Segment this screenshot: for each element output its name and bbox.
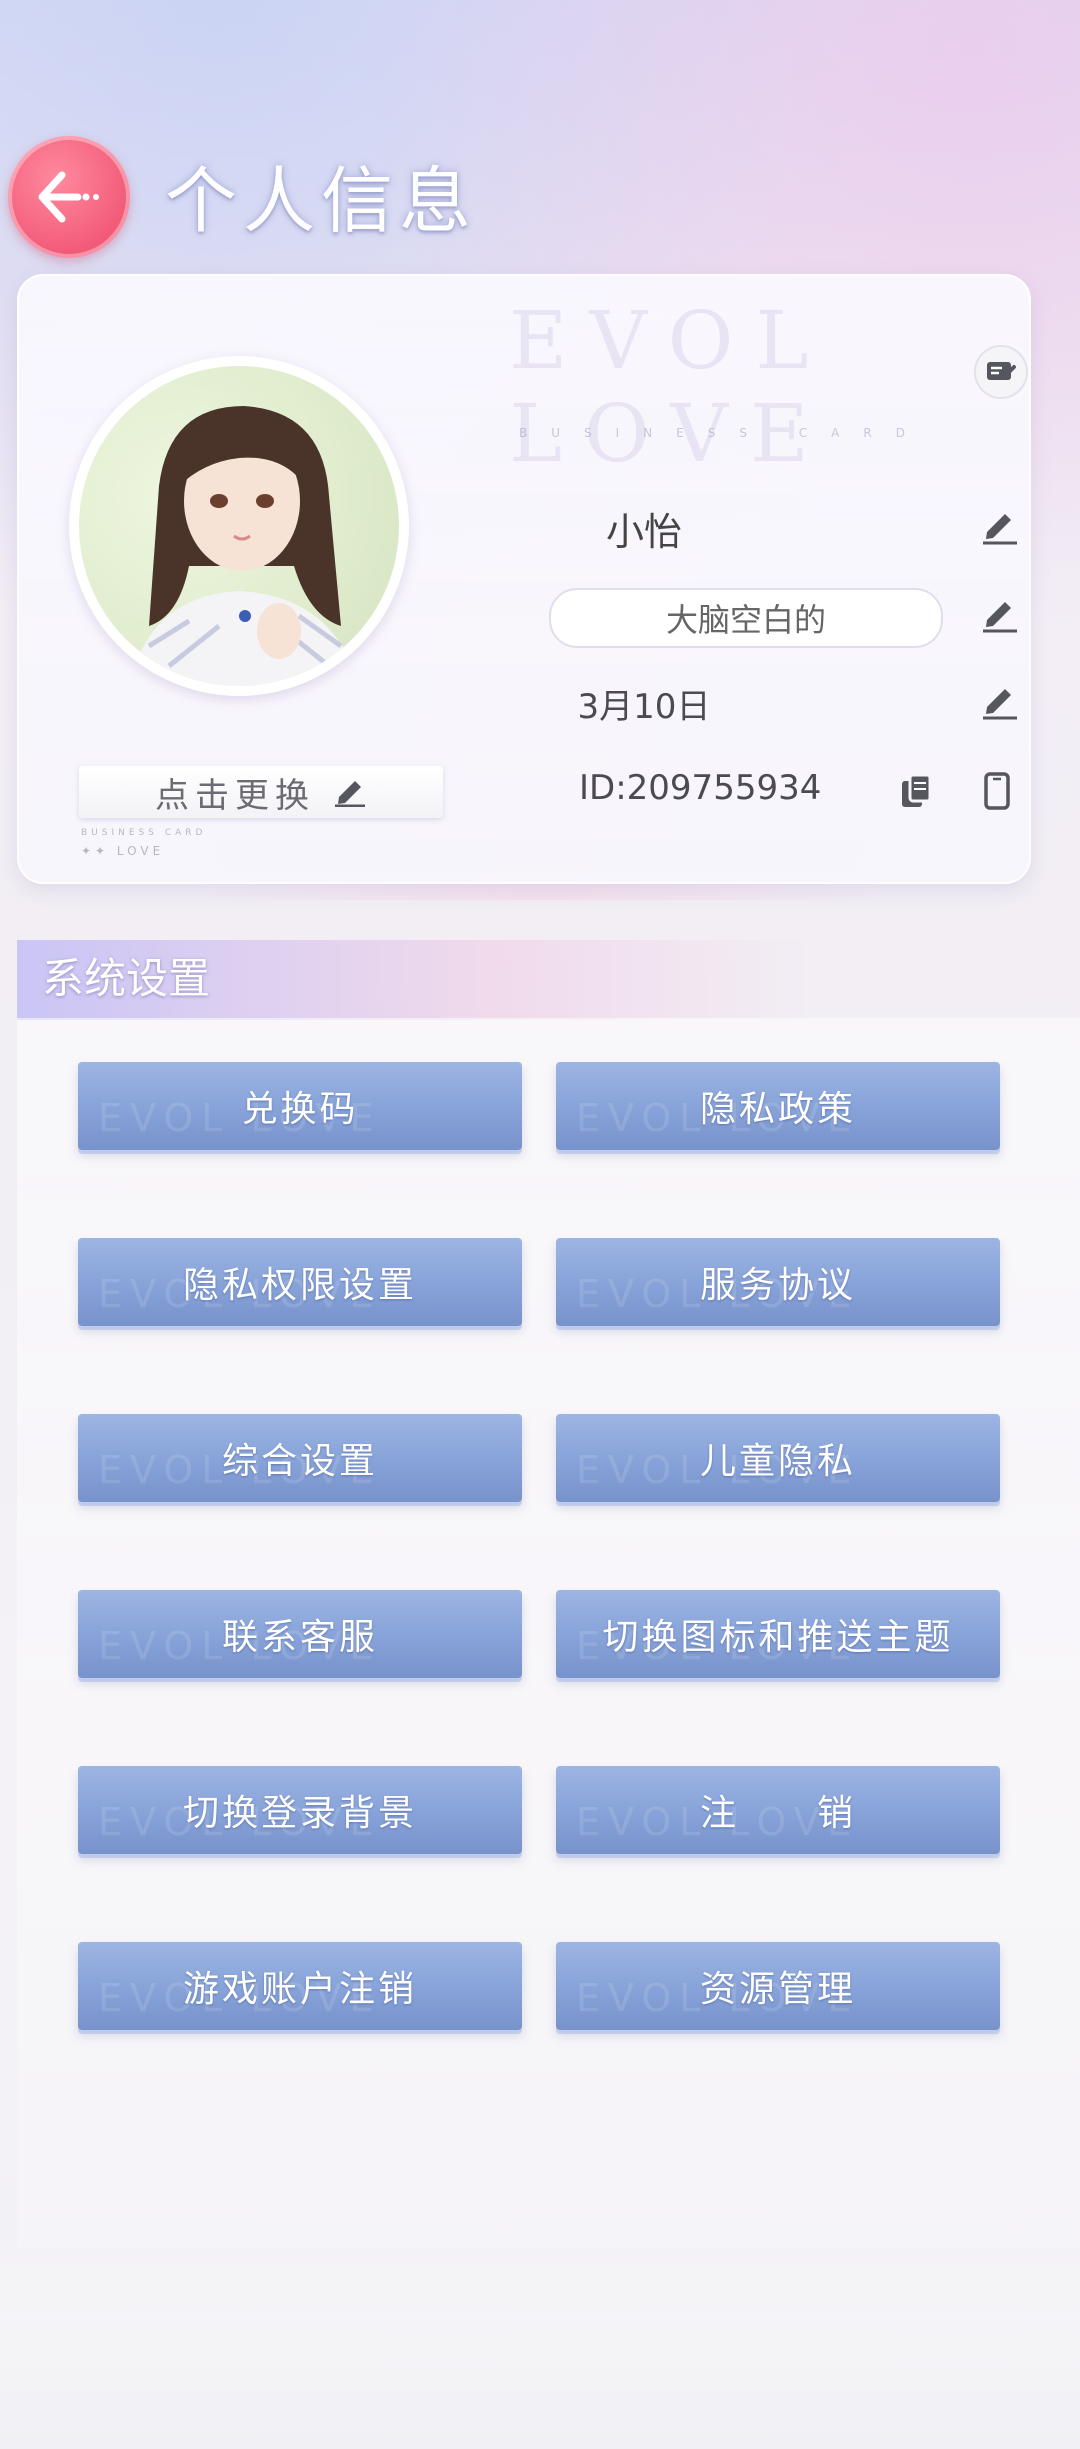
back-button[interactable] — [8, 136, 130, 258]
edit-birthday-pencil-icon[interactable] — [979, 681, 1019, 721]
logout-button[interactable]: 注 销 — [556, 1766, 1000, 1854]
privacy-policy-label: 隐私政策 — [699, 1089, 856, 1130]
privacy-permission-button[interactable]: 隐私权限设置 — [78, 1238, 522, 1326]
pencil-icon — [335, 781, 365, 807]
nickname: 小怡 — [605, 510, 682, 554]
service-agreement-button[interactable]: 服务协议 — [556, 1238, 1000, 1326]
switch-icon-theme-label: 切换图标和推送主题 — [602, 1617, 954, 1658]
back-arrow-icon — [38, 171, 99, 223]
business-card-mini-text: BUSINESS CARD — [81, 828, 207, 838]
resource-management-button[interactable]: 资源管理 — [556, 1942, 1000, 2030]
avatar[interactable] — [79, 366, 399, 686]
card-watermark: EVOL LOVE — [509, 294, 831, 480]
bottom-fog — [0, 2230, 1080, 2449]
service-agreement-label: 服务协议 — [699, 1265, 856, 1306]
edit-signature-pencil-icon[interactable] — [979, 594, 1019, 634]
general-settings-label: 综合设置 — [221, 1441, 378, 1482]
copy-icon[interactable] — [896, 771, 936, 811]
privacy-permission-label: 隐私权限设置 — [182, 1265, 417, 1306]
delete-account-label: 游戏账户注销 — [182, 1969, 417, 2010]
switch-login-bg-button[interactable]: 切换登录背景 — [78, 1766, 522, 1854]
change-avatar-button[interactable]: 点击更换 — [79, 766, 443, 818]
love-mini-text: ✦✦ LOVE — [81, 844, 165, 858]
resource-management-label: 资源管理 — [699, 1969, 856, 2010]
redeem-code-label: 兑换码 — [241, 1089, 359, 1130]
delete-account-button[interactable]: 游戏账户注销 — [78, 1942, 522, 2030]
avatar-frame — [69, 356, 409, 696]
privacy-policy-button[interactable]: 隐私政策 — [556, 1062, 1000, 1150]
phone-bind-icon[interactable] — [977, 771, 1017, 811]
redeem-code-button[interactable]: 兑换码 — [78, 1062, 522, 1150]
card-subtitle: BUSINESS CARD — [519, 426, 929, 440]
contact-support-label: 联系客服 — [221, 1617, 378, 1658]
signature-text: 大脑空白的 — [665, 601, 826, 639]
switch-login-bg-label: 切换登录背景 — [182, 1793, 417, 1834]
player-id: ID:209755934 — [579, 768, 822, 808]
signature-pill: 大脑空白的 — [549, 588, 943, 648]
birthday: 3月10日 — [577, 687, 711, 727]
logout-label: 注 销 — [699, 1793, 856, 1834]
change-avatar-label: 点击更换 — [155, 775, 315, 816]
general-settings-button[interactable]: 综合设置 — [78, 1414, 522, 1502]
settings-title: 系统设置 — [42, 954, 211, 1003]
edit-card-icon[interactable] — [974, 345, 1028, 399]
page-title: 个人信息 — [165, 159, 478, 243]
edit-name-pencil-icon[interactable] — [979, 506, 1019, 546]
profile-card: EVOL LOVE BUSINESS CARD 点击更换 BUSINESS CA… — [17, 274, 1031, 884]
contact-support-button[interactable]: 联系客服 — [78, 1590, 522, 1678]
child-privacy-label: 儿童隐私 — [699, 1441, 856, 1482]
switch-icon-theme-button[interactable]: 切换图标和推送主题 — [556, 1590, 1000, 1678]
child-privacy-button[interactable]: 儿童隐私 — [556, 1414, 1000, 1502]
